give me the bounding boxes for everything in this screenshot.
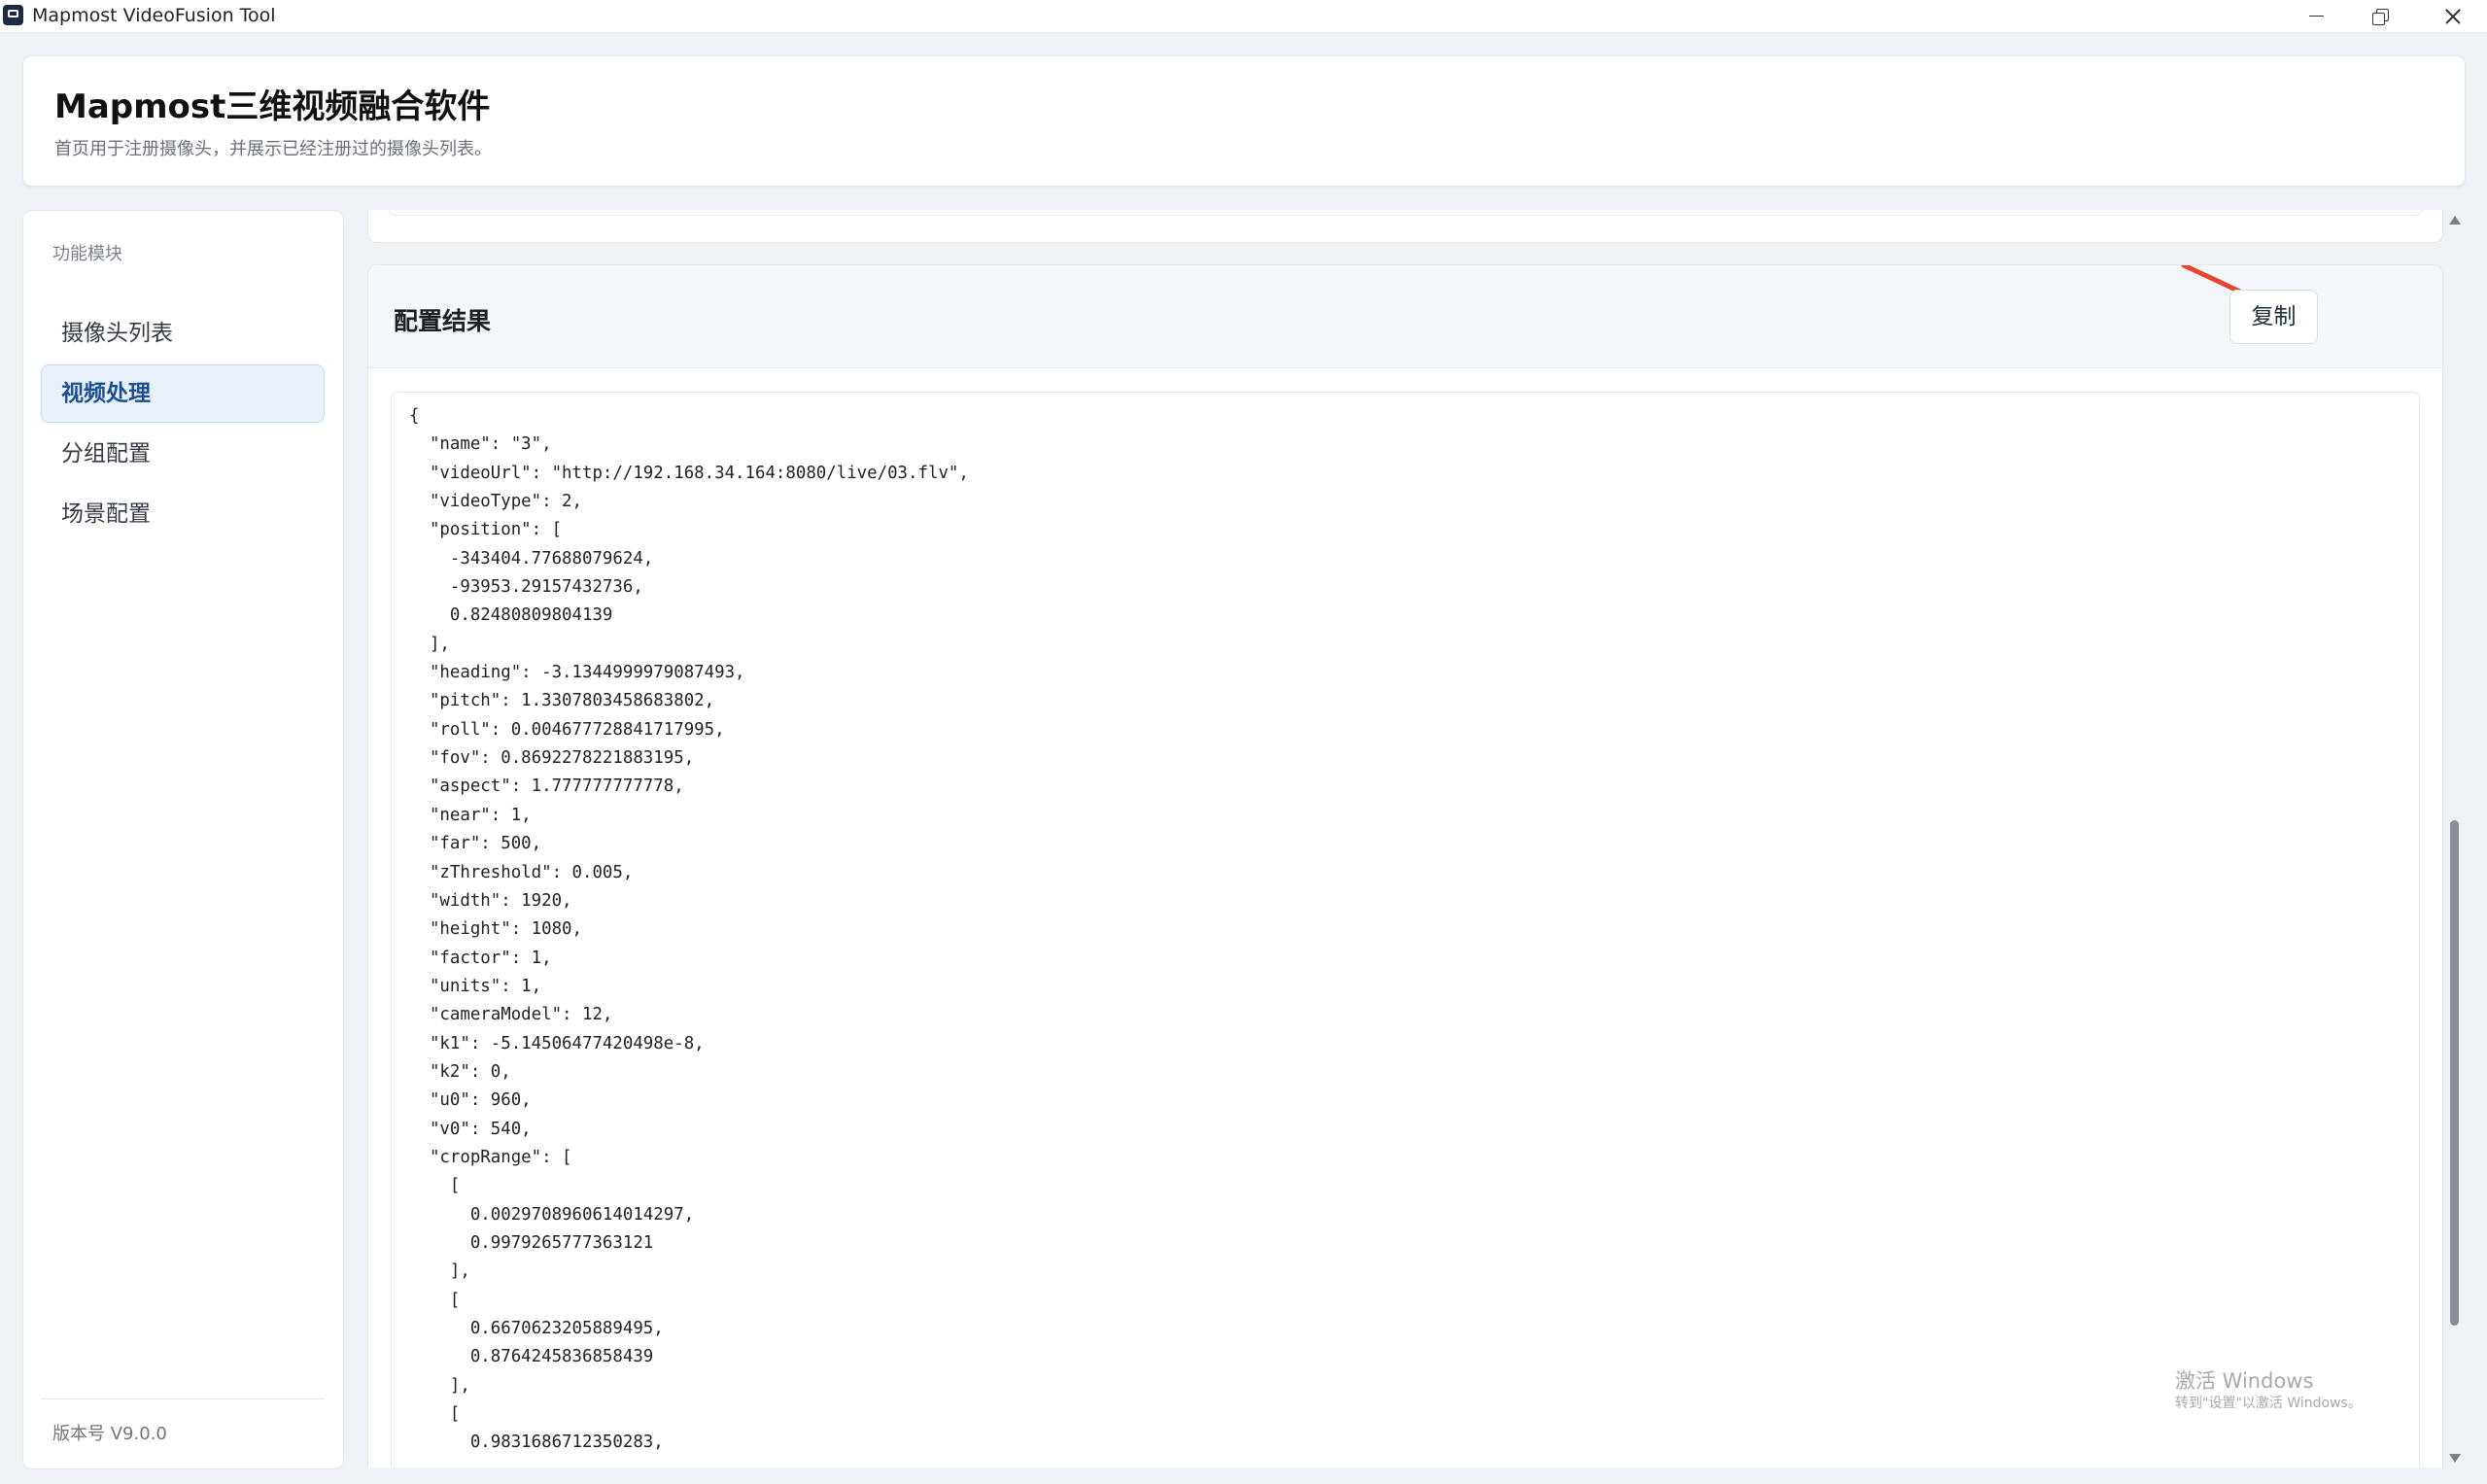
copy-button[interactable]: 复制 xyxy=(2229,290,2318,344)
code-line: "cameraModel": 12, xyxy=(409,1005,613,1025)
minimize-icon[interactable] xyxy=(2284,0,2348,32)
code-line: [ xyxy=(409,1176,461,1196)
code-line: "v0": 540, xyxy=(409,1119,532,1139)
code-line: "videoType": 2, xyxy=(409,492,582,512)
code-line: "pitch": 1.3307803458683802, xyxy=(409,691,715,711)
code-line: "zThreshold": 0.005, xyxy=(409,862,634,882)
previous-section-card xyxy=(367,210,2443,243)
code-line: 0.9831686712350283, xyxy=(409,1432,664,1453)
code-line: "width": 1920, xyxy=(409,890,572,911)
code-line: ], xyxy=(409,1375,470,1396)
code-line: -343404.77688079624, xyxy=(409,548,654,569)
page-header: Mapmost三维视频融合软件 首页用于注册摄像头，并展示已经注册过的摄像头列表… xyxy=(22,55,2466,187)
close-icon[interactable] xyxy=(2420,0,2484,32)
sidebar-item-label: 场景配置 xyxy=(61,501,151,527)
sidebar-item-video-processing[interactable]: 视频处理 xyxy=(41,364,325,423)
sidebar-item-label: 摄像头列表 xyxy=(61,321,173,346)
code-line: [ xyxy=(409,1290,461,1310)
sidebar-divider xyxy=(41,1398,325,1399)
config-result-title: 配置结果 xyxy=(394,307,492,335)
activation-watermark-subtitle: 转到"设置"以激活 Windows。 xyxy=(2175,1396,2362,1411)
code-line: { xyxy=(409,406,420,426)
code-line: "heading": -3.1344999979087493, xyxy=(409,663,745,683)
sidebar-item-scene-config[interactable]: 场景配置 xyxy=(41,485,325,543)
code-line: ], xyxy=(409,1261,470,1282)
window-title: Mapmost VideoFusion Tool xyxy=(32,5,276,26)
config-json-output[interactable]: { "name": "3", "videoUrl": "http://192.1… xyxy=(391,392,2420,1467)
sidebar-item-label: 分组配置 xyxy=(61,441,151,466)
page-subtitle: 首页用于注册摄像头，并展示已经注册过的摄像头列表。 xyxy=(54,139,492,159)
code-line: "units": 1, xyxy=(409,976,542,996)
scroll-down-arrow-icon[interactable] xyxy=(2449,1454,2461,1463)
code-line: "fov": 0.8692278221883195, xyxy=(409,748,695,769)
app-logo-icon xyxy=(3,5,23,25)
restore-icon[interactable] xyxy=(2348,0,2412,32)
code-line: 0.82480809804139 xyxy=(409,605,613,626)
code-line: "far": 500, xyxy=(409,834,542,854)
code-line: 0.6670623205889495, xyxy=(409,1319,664,1338)
code-line: "roll": 0.004677728841717995, xyxy=(409,719,725,740)
code-line: "u0": 960, xyxy=(409,1090,532,1111)
main-content[interactable]: 配置结果 复制 { "name": "3", "videoUrl": "http… xyxy=(367,210,2443,1467)
code-line: "position": [ xyxy=(409,520,563,540)
code-line: "name": "3", xyxy=(409,434,552,455)
code-line: ], xyxy=(409,634,450,654)
scroll-up-arrow-icon[interactable] xyxy=(2449,216,2461,224)
code-line: "factor": 1, xyxy=(409,948,552,968)
code-line: 0.8764245836858439 xyxy=(409,1347,654,1367)
code-line: "cropRange": [ xyxy=(409,1147,572,1167)
sidebar-heading: 功能模块 xyxy=(52,244,122,264)
config-result-card: 配置结果 复制 { "name": "3", "videoUrl": "http… xyxy=(367,264,2443,1467)
main-scrollbar[interactable] xyxy=(2445,210,2463,1467)
config-json-text: { "name": "3", "videoUrl": "http://192.1… xyxy=(409,402,969,1458)
sidebar-item-group-config[interactable]: 分组配置 xyxy=(41,425,325,483)
scroll-thumb[interactable] xyxy=(2450,820,2459,1326)
sidebar: 功能模块 摄像头列表 视频处理 分组配置 场景配置 版本号 V9.0.0 xyxy=(22,210,344,1469)
activation-watermark-title: 激活 Windows xyxy=(2175,1369,2314,1393)
window-titlebar: Mapmost VideoFusion Tool xyxy=(0,0,2487,33)
code-line: "k2": 0, xyxy=(409,1061,511,1082)
code-line: 0.9979265777363121 xyxy=(409,1232,654,1253)
page-title: Mapmost三维视频融合软件 xyxy=(54,87,491,126)
code-line: "near": 1, xyxy=(409,805,532,825)
sidebar-item-label: 视频处理 xyxy=(61,381,151,406)
code-line: 0.0029708960614014297, xyxy=(409,1204,695,1225)
code-line: "videoUrl": "http://192.168.34.164:8080/… xyxy=(409,463,969,483)
config-result-header: 配置结果 复制 xyxy=(368,265,2442,368)
version-label: 版本号 V9.0.0 xyxy=(52,1424,167,1444)
code-line: "aspect": 1.777777777778, xyxy=(409,777,684,797)
previous-section-inner xyxy=(388,210,2423,216)
code-line: [ xyxy=(409,1404,461,1425)
code-line: "height": 1080, xyxy=(409,919,582,940)
code-line: -93953.29157432736, xyxy=(409,577,643,598)
code-line: "k1": -5.14506477420498e-8, xyxy=(409,1033,705,1053)
sidebar-item-camera-list[interactable]: 摄像头列表 xyxy=(41,304,325,362)
